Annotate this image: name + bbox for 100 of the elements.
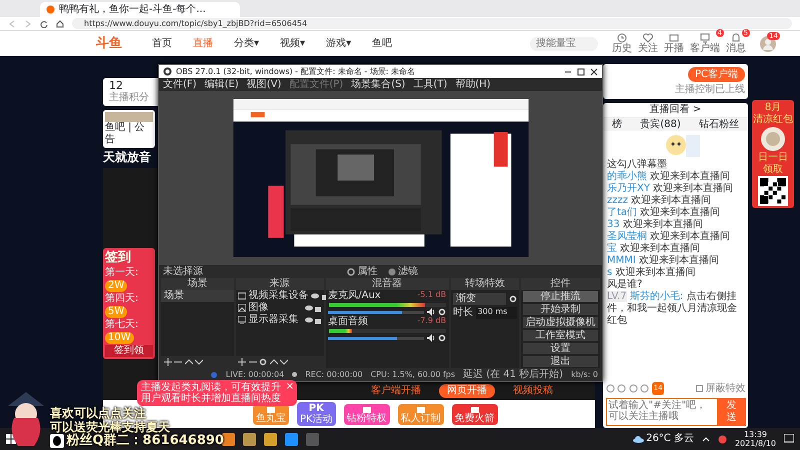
control-button[interactable]: 退出 (523, 356, 598, 367)
transition-select[interactable]: 渐变 (453, 292, 506, 304)
control-button[interactable]: 开始录制 (523, 304, 598, 315)
stat-label: 主播积分 (109, 92, 149, 104)
browser-app-icon[interactable] (285, 432, 298, 446)
menu-item[interactable]: 编辑(E) (204, 78, 239, 90)
stat-value: 12 (109, 79, 123, 92)
menu-item[interactable]: 视图(V) (246, 78, 282, 90)
gear-icon[interactable] (508, 294, 517, 302)
nav-link[interactable]: 首页 (152, 38, 172, 50)
chat-message: 了ta们 欢迎来到本直播间 (606, 207, 722, 218)
live-time: LIVE: 00:00:04 (226, 370, 284, 380)
reward-amount: 10W (105, 332, 134, 344)
tip-text: 主播发起类丸阅读，可有效提升用户观看时长并增加直播间热度 (141, 382, 281, 404)
chat-input[interactable]: 试着输入"#关注"吧，可以关注主播哦 (606, 398, 718, 426)
duration-field[interactable]: 300 ms (476, 307, 517, 319)
rocket-app-icon[interactable] (222, 432, 235, 446)
penguin-icon (50, 434, 64, 448)
client-note: 主播控制已上线 (675, 84, 745, 96)
weather-widget[interactable]: 26°C 多云 (632, 433, 694, 445)
menu-item[interactable]: 文件(F) (163, 78, 197, 90)
header-action[interactable]: 关注 (638, 32, 658, 54)
cpu-stat: CPU: 1.5%, 60.00 fps (370, 370, 456, 380)
tray-app-icon[interactable] (718, 434, 727, 444)
mode-tab[interactable]: 客户端开播 (363, 384, 429, 398)
monitor-icon (700, 32, 710, 42)
gear-icon[interactable] (438, 308, 446, 316)
effects-toggle[interactable]: 屏蔽特效 (696, 382, 746, 395)
gear-icon[interactable] (438, 334, 446, 342)
nav-link[interactable]: 分类▾ (234, 38, 260, 50)
refresh-icon[interactable] (40, 20, 48, 28)
gift-item[interactable]: PK PK活动 (297, 402, 336, 426)
clock-icon (617, 32, 627, 42)
dock-title: 来源 (236, 278, 324, 290)
menu-item[interactable]: 工具(T) (413, 78, 448, 90)
chat-message: zzzz 欢迎来到本直播间 (606, 195, 712, 206)
source-item[interactable]: 图像 (236, 302, 324, 314)
streamer-links[interactable]: 鱼吧 | 公告 (105, 122, 153, 146)
bell-icon (731, 32, 741, 42)
gift-item[interactable]: 免费火箭 (452, 404, 498, 424)
nav-link[interactable]: 鱼吧 (372, 38, 392, 50)
menu-item[interactable]: 场景集合(S) (351, 78, 406, 90)
clock[interactable]: 13:39 2021/8/10 (734, 430, 776, 448)
add-icon[interactable] (164, 358, 172, 366)
search-field[interactable]: 搜能量宝 (530, 36, 598, 50)
chat-message: 的乖小熊 欢迎来到本直播间 (606, 171, 732, 182)
chat-message: 风是谁? (606, 279, 644, 290)
header-action[interactable]: 历史 (612, 32, 632, 54)
control-button[interactable]: 设置 (523, 343, 598, 354)
add-icon[interactable] (238, 358, 246, 366)
day-label: 第一天: (105, 266, 140, 279)
close-icon[interactable] (590, 68, 598, 76)
source-item[interactable]: 显示器采集 (236, 314, 324, 326)
nav-link[interactable]: 视频▾ (280, 38, 306, 50)
chat-message: 宝 欢迎来到本直播间 (606, 243, 702, 254)
menu-item[interactable]: 帮助(H) (455, 78, 491, 90)
game-app-icon[interactable] (243, 432, 256, 446)
gift-icon (470, 404, 480, 412)
up-icon[interactable] (184, 358, 192, 366)
browser-tab[interactable]: 鸭鸭有礼，鱼你一起-斗鱼-每个... (40, 2, 240, 17)
home-icon[interactable] (56, 20, 64, 28)
promo-banner[interactable]: 8月 清凉红包 日一日 领取 (752, 100, 794, 208)
window-title: OBS 27.0.1 (32-bit, windows) - 配置文件: 未命名 - 场景: 未命名 (176, 66, 416, 76)
signin-button[interactable]: 签到领 (105, 344, 153, 357)
down-icon[interactable] (195, 358, 203, 366)
cloud-icon (632, 436, 644, 442)
db-reading: -5.1 dB (417, 290, 446, 301)
speaker-icon[interactable] (426, 308, 436, 316)
filters-button[interactable]: 滤镜 (388, 266, 418, 278)
dock-title: 控件 (521, 278, 600, 290)
chat-message: 这勾八弹幕墨 (606, 159, 668, 170)
control-button[interactable]: 停止推流 (523, 291, 598, 302)
rank-tab[interactable]: 贵宾(88) (640, 118, 681, 131)
notification-icon[interactable] (784, 434, 794, 444)
letter-app-icon[interactable] (264, 432, 277, 446)
scene-item[interactable]: 场景 (161, 290, 234, 302)
rank-tab[interactable]: 榜 (612, 118, 622, 131)
volume-slider[interactable] (328, 336, 424, 340)
address-bar[interactable]: https://www.douyu.com/topic/sby1_zbjBD?rid=6506454 (72, 18, 792, 29)
nav-link[interactable]: 游戏▾ (326, 38, 352, 50)
mode-tab[interactable]: 视频投稿 (505, 384, 561, 398)
gear-icon[interactable] (259, 358, 268, 366)
volume-slider[interactable] (328, 310, 424, 314)
day-label: 第七天: (105, 318, 140, 331)
maximize-icon[interactable] (577, 68, 585, 76)
control-button[interactable]: 启动虚拟摄像机 (523, 317, 598, 328)
stream-title: 天就放音 (103, 150, 152, 164)
speaker-icon[interactable] (426, 334, 436, 342)
chevron-up-icon[interactable] (702, 435, 710, 443)
signin-ad[interactable]: 签到 第一天: 2W 第四天: 5W 第七天: 10W 签到领 (103, 248, 155, 359)
rank-tab[interactable]: 钻石粉丝 (698, 118, 739, 131)
cat-photo-placeholder (105, 112, 153, 122)
control-button[interactable]: 工作室模式 (523, 330, 598, 341)
down-icon[interactable] (280, 358, 288, 366)
dock-title: 转场特效 (450, 278, 520, 290)
up-icon[interactable] (270, 358, 278, 366)
properties-button[interactable]: 属性 (347, 266, 378, 278)
image-icon (238, 304, 246, 312)
day-label: 第四天: (105, 292, 140, 305)
header-action[interactable]: 开播 (664, 32, 684, 54)
